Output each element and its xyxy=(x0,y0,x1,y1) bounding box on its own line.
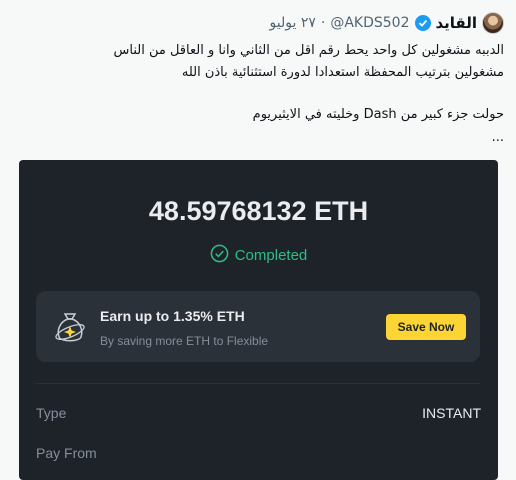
type-label: Type xyxy=(36,405,67,421)
separator-dot: · xyxy=(320,15,326,31)
tweet-text-line: الدببه مشغولين كل واحد يحط رقم اقل من ال… xyxy=(113,43,504,58)
tweet-header: القايد @AKDS502 · ٢٧ يوليو xyxy=(270,11,504,35)
status-label: Completed xyxy=(234,247,308,264)
tweet: القايد @AKDS502 · ٢٧ يوليو الدببه مشغولي… xyxy=(0,0,516,480)
verified-badge-icon xyxy=(414,15,431,31)
transaction-amount: 48.59768132 ETH xyxy=(148,196,369,226)
tweet-text-line: مشغولين بترتيب المحفظة استعدادا لدورة اس… xyxy=(181,65,504,80)
save-now-button[interactable]: Save Now xyxy=(386,314,466,340)
type-value: INSTANT xyxy=(422,405,481,421)
promo-subtitle: By saving more ETH to Flexible xyxy=(100,334,269,348)
money-bag-icon xyxy=(50,307,90,347)
tweet-image-receipt[interactable]: 48.59768132 ETH Completed Earn up to 1.3… xyxy=(19,160,498,480)
pay-from-label: Pay From xyxy=(36,445,97,461)
tweet-text-ellipsis: ... xyxy=(491,130,504,145)
tweet-text-line: حولت جزء كبير من Dash وخليته في الايثيري… xyxy=(252,107,504,122)
avatar[interactable] xyxy=(482,12,504,34)
check-circle-icon xyxy=(210,244,229,267)
display-name[interactable]: القايد xyxy=(436,14,478,32)
transaction-status: Completed xyxy=(19,244,498,267)
earn-promo-banner[interactable]: Earn up to 1.35% ETH By saving more ETH … xyxy=(36,291,480,362)
divider xyxy=(36,383,480,384)
user-handle[interactable]: @AKDS502 xyxy=(330,15,409,31)
promo-title: Earn up to 1.35% ETH xyxy=(100,308,245,324)
tweet-date[interactable]: ٢٧ يوليو xyxy=(270,15,316,31)
